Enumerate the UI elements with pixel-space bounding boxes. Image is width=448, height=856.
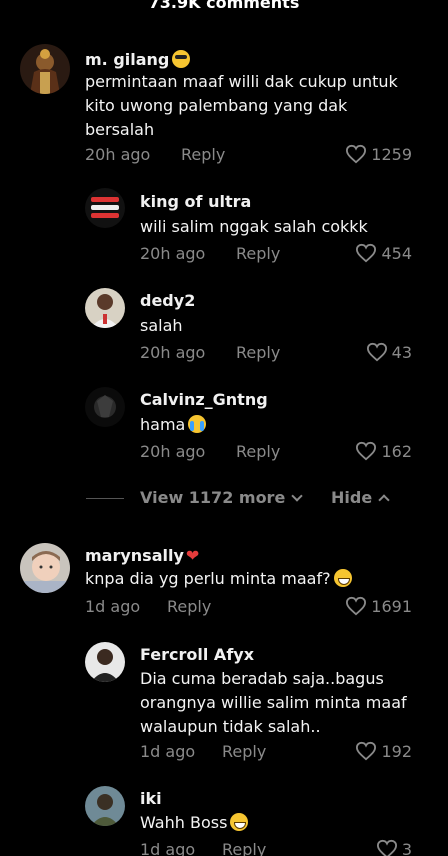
avatar[interactable]	[85, 642, 125, 682]
chevron-up-icon	[378, 494, 390, 506]
comment-time: 20h ago	[140, 244, 206, 263]
comment-text: Dia cuma beradab saja..bagus orangnya wi…	[140, 669, 407, 736]
view-more-replies-button[interactable]: View 1172 more	[140, 488, 303, 507]
like-button[interactable]: 3	[376, 839, 412, 856]
heart-icon	[366, 342, 387, 362]
comment-text: hama	[140, 413, 400, 437]
comment-username[interactable]: marynsally ❤	[85, 546, 199, 565]
avatar[interactable]	[85, 188, 125, 228]
like-button[interactable]: 1691	[345, 596, 412, 616]
comment-text: wili salim nggak salah cokkk	[140, 217, 368, 236]
divider-line	[86, 498, 124, 499]
avatar[interactable]	[85, 387, 125, 427]
comment-time: 20h ago	[140, 442, 206, 461]
comment-username[interactable]: dedy2	[140, 291, 195, 310]
comment-time: 1d ago	[85, 597, 141, 616]
reply-button[interactable]: Reply	[222, 840, 266, 856]
heart-icon	[376, 839, 397, 856]
avatar[interactable]	[85, 288, 125, 328]
comment-text: Wahh Boss	[140, 811, 400, 835]
heart-icon	[356, 243, 377, 263]
chevron-down-icon	[291, 490, 303, 502]
comment-username[interactable]: Calvinz_Gntng	[140, 390, 268, 409]
like-count: 162	[381, 441, 412, 461]
reply-button[interactable]: Reply	[236, 343, 280, 362]
reply-button[interactable]: Reply	[222, 742, 266, 761]
comment-count-header: 73.9K comments	[148, 0, 300, 12]
comment-time: 1d ago	[140, 840, 196, 856]
avatar[interactable]	[20, 543, 70, 593]
hide-replies-button[interactable]: Hide	[331, 488, 390, 507]
like-button[interactable]: 43	[366, 342, 412, 362]
reply-button[interactable]: Reply	[167, 597, 211, 616]
grinning-sweat-emoji-icon	[333, 569, 352, 587]
like-count: 3	[401, 839, 412, 856]
like-count: 454	[381, 243, 412, 263]
reply-button[interactable]: Reply	[181, 145, 225, 164]
comment-time: 1d ago	[140, 742, 196, 761]
like-count: 1691	[371, 596, 412, 616]
comment-time: 20h ago	[140, 343, 206, 362]
comment-text: salah	[140, 316, 183, 335]
heart-icon	[356, 441, 377, 461]
view-more-row: View 1172 more Hide	[0, 486, 448, 512]
like-button[interactable]: 162	[355, 441, 412, 461]
comment-username[interactable]: m. gilang	[85, 50, 191, 69]
reply-button[interactable]: Reply	[236, 442, 280, 461]
like-button[interactable]: 454	[355, 243, 412, 263]
comment-text: knpa dia yg perlu minta maaf?	[85, 567, 405, 591]
comment-time: 20h ago	[85, 145, 151, 164]
comment-username[interactable]: Fercroll Afyx	[140, 645, 254, 664]
comment-text: permintaan maaf willi dak cukup untuk ki…	[85, 72, 398, 139]
heart-icon	[346, 596, 367, 616]
heart-icon	[346, 144, 367, 164]
like-button[interactable]: 192	[355, 741, 412, 761]
like-count: 43	[391, 342, 412, 362]
red-heart-icon: ❤	[185, 546, 200, 565]
like-button[interactable]: 1259	[345, 144, 412, 164]
like-count: 1259	[371, 144, 412, 164]
grinning-sweat-emoji-icon	[230, 813, 249, 831]
crying-laughing-emoji-icon	[188, 415, 207, 433]
sunglasses-emoji-icon	[172, 50, 191, 68]
reply-button[interactable]: Reply	[236, 244, 280, 263]
comment-username[interactable]: king of ultra	[140, 192, 251, 211]
comment-username[interactable]: iki	[140, 789, 162, 808]
avatar[interactable]	[20, 44, 70, 94]
avatar[interactable]	[85, 786, 125, 826]
like-count: 192	[381, 741, 412, 761]
heart-icon	[356, 741, 377, 761]
